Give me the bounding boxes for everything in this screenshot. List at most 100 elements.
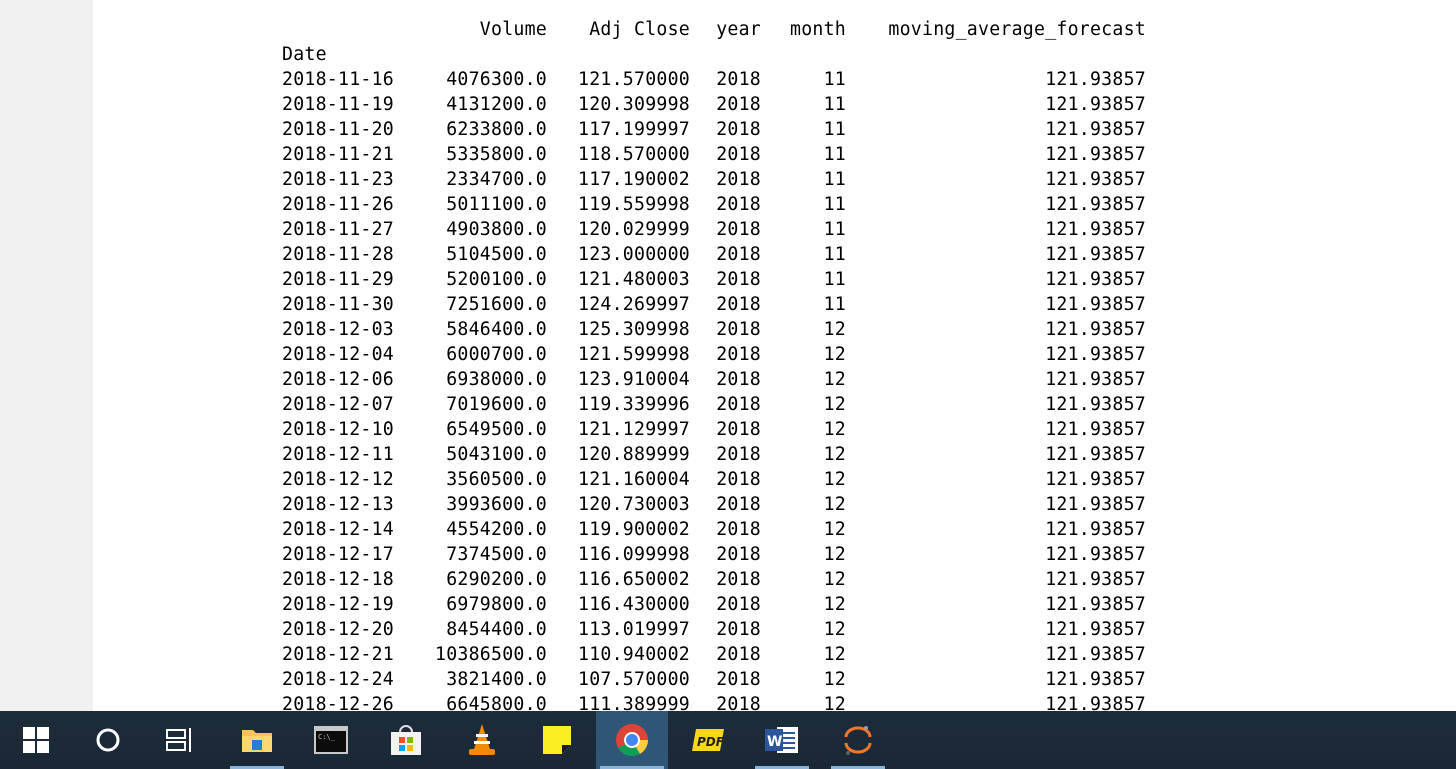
jupyter-icon (844, 726, 872, 755)
terminal-icon: C:\_ (314, 726, 348, 754)
command-prompt-button[interactable]: C:\_ (300, 711, 362, 769)
cell-volume: 6645800.0 (446, 694, 547, 711)
cell-year: 2018 (716, 194, 761, 215)
cell-moving-average-forecast: 121.93857 (1045, 469, 1146, 490)
cell-month: 11 (823, 119, 846, 140)
chrome-button[interactable] (596, 711, 668, 769)
cell-date: 2018-12-24 (282, 669, 394, 690)
cell-year: 2018 (716, 319, 761, 340)
cell-moving-average-forecast: 121.93857 (1045, 219, 1146, 240)
cell-adj-close: 119.339996 (578, 394, 690, 415)
cell-volume: 6979800.0 (446, 594, 547, 615)
microsoft-store-button[interactable] (375, 711, 437, 769)
cell-year: 2018 (716, 594, 761, 615)
cell-adj-close: 119.559998 (578, 194, 690, 215)
start-button[interactable] (5, 711, 67, 769)
table-row: 2018-11-21 5335800.0 118.570000 2018 11 121.9… (93, 142, 1456, 167)
cell-volume: 4554200.0 (446, 519, 547, 540)
cell-date: 2018-12-10 (282, 419, 394, 440)
cell-year: 2018 (716, 94, 761, 115)
cell-moving-average-forecast: 121.93857 (1045, 194, 1146, 215)
cell-year: 2018 (716, 644, 761, 665)
cell-adj-close: 119.900002 (578, 519, 690, 540)
cell-volume: 6233800.0 (446, 119, 547, 140)
cell-year: 2018 (716, 269, 761, 290)
pdf-icon: PDF (692, 729, 725, 751)
vlc-cone-icon (469, 724, 495, 755)
table-row: 2018-11-19 4131200.0 120.309998 2018 11 121.9… (93, 92, 1456, 117)
cell-moving-average-forecast: 121.93857 (1045, 244, 1146, 265)
cell-volume: 10386500.0 (435, 644, 547, 665)
cell-adj-close: 117.190002 (578, 169, 690, 190)
cell-moving-average-forecast: 121.93857 (1045, 519, 1146, 540)
cell-month: 12 (823, 644, 846, 665)
cell-volume: 7374500.0 (446, 544, 547, 565)
cell-date: 2018-11-28 (282, 244, 394, 265)
windows-logo-icon (23, 727, 49, 753)
cell-year: 2018 (716, 469, 761, 490)
taskbar: C:\_ PDF W (0, 711, 1456, 769)
cell-year: 2018 (716, 444, 761, 465)
file-explorer-button[interactable] (226, 711, 288, 769)
cell-moving-average-forecast: 121.93857 (1045, 344, 1146, 365)
cell-year: 2018 (716, 694, 761, 711)
cell-month: 12 (823, 619, 846, 640)
header-adj-close: Adj Close (589, 19, 690, 40)
svg-text:PDF: PDF (697, 735, 725, 749)
cell-date: 2018-12-07 (282, 394, 394, 415)
cell-date: 2018-11-19 (282, 94, 394, 115)
cell-moving-average-forecast: 121.93857 (1045, 269, 1146, 290)
cell-adj-close: 123.000000 (578, 244, 690, 265)
svg-text:W: W (767, 734, 782, 750)
cell-date: 2018-11-20 (282, 119, 394, 140)
pdf-reader-button[interactable]: PDF (677, 711, 739, 769)
cell-moving-average-forecast: 121.93857 (1045, 569, 1146, 590)
table-row: 2018-12-24 3821400.0 107.570000 2018 12 121.9… (93, 667, 1456, 692)
task-view-button[interactable] (149, 711, 211, 769)
cell-volume: 4903800.0 (446, 219, 547, 240)
sticky-note-icon (543, 726, 571, 754)
cell-date: 2018-11-29 (282, 269, 394, 290)
vlc-button[interactable] (451, 711, 513, 769)
cell-date: 2018-12-17 (282, 544, 394, 565)
cell-adj-close: 117.199997 (578, 119, 690, 140)
cell-month: 11 (823, 144, 846, 165)
cell-year: 2018 (716, 519, 761, 540)
cell-moving-average-forecast: 121.93857 (1045, 369, 1146, 390)
cell-volume: 6000700.0 (446, 344, 547, 365)
cell-adj-close: 125.309998 (578, 319, 690, 340)
cell-year: 2018 (716, 244, 761, 265)
cell-date: 2018-11-26 (282, 194, 394, 215)
table-row: 2018-11-28 5104500.0 123.000000 2018 11 121.9… (93, 242, 1456, 267)
cell-year: 2018 (716, 69, 761, 90)
table-row: 2018-12-17 7374500.0 116.099998 2018 12 121.9… (93, 542, 1456, 567)
index-name: Date (282, 44, 327, 65)
cell-moving-average-forecast: 121.93857 (1045, 319, 1146, 340)
word-button[interactable]: W (751, 711, 813, 769)
jupyter-button[interactable] (827, 711, 889, 769)
cell-moving-average-forecast: 121.93857 (1045, 119, 1146, 140)
table-row: 2018-12-21 10386500.0 110.940002 2018 12 121.… (93, 642, 1456, 667)
table-row: 2018-11-20 6233800.0 117.199997 2018 11 121.9… (93, 117, 1456, 142)
cell-date: 2018-12-19 (282, 594, 394, 615)
cell-volume: 8454400.0 (446, 619, 547, 640)
header-year: year (716, 19, 761, 40)
index-name-row: Date (93, 42, 1456, 67)
cell-moving-average-forecast: 121.93857 (1045, 294, 1146, 315)
sticky-notes-button[interactable] (526, 711, 588, 769)
cell-month: 11 (823, 244, 846, 265)
dataframe-output: Volume Adj Close year month moving_avera… (93, 0, 1456, 711)
table-row: 2018-12-14 4554200.0 119.900002 2018 12 121.9… (93, 517, 1456, 542)
cell-adj-close: 123.910004 (578, 369, 690, 390)
cell-year: 2018 (716, 369, 761, 390)
cell-year: 2018 (716, 144, 761, 165)
table-row: 2018-11-23 2334700.0 117.190002 2018 11 121.9… (93, 167, 1456, 192)
table-row: 2018-12-20 8454400.0 113.019997 2018 12 121.9… (93, 617, 1456, 642)
cell-volume: 4076300.0 (446, 69, 547, 90)
cell-year: 2018 (716, 169, 761, 190)
cell-adj-close: 121.480003 (578, 269, 690, 290)
cell-month: 12 (823, 419, 846, 440)
store-bag-icon (391, 725, 421, 755)
cortana-button[interactable] (77, 711, 139, 769)
table-row: 2018-11-27 4903800.0 120.029999 2018 11 121.9… (93, 217, 1456, 242)
